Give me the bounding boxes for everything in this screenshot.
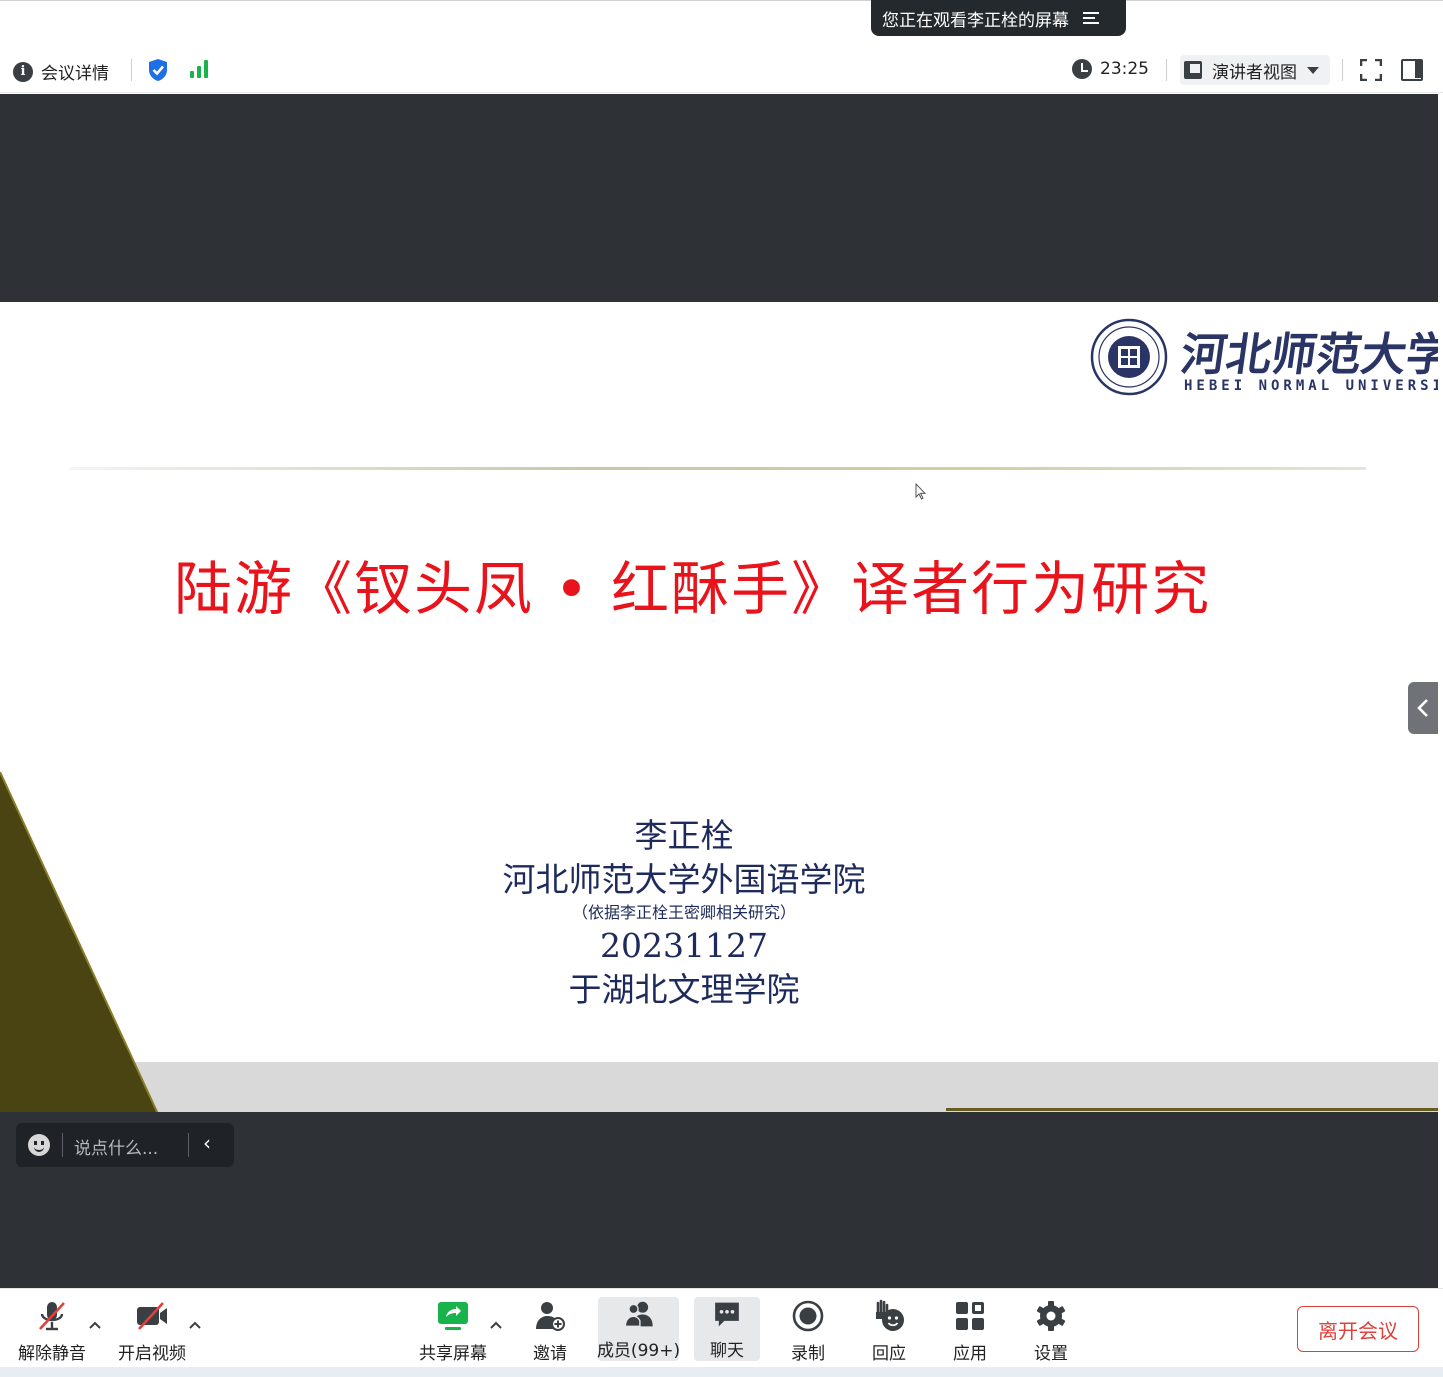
raise-hand-emoji-icon bbox=[876, 1299, 904, 1331]
chat-input[interactable]: 说点什么... bbox=[74, 1134, 158, 1159]
presentation-date: 20231127 bbox=[600, 926, 768, 965]
record-icon bbox=[792, 1300, 824, 1332]
viewing-text: 您正在观看李正栓的屏幕 bbox=[882, 10, 1069, 31]
add-person-icon bbox=[536, 1302, 565, 1331]
unmute-button[interactable]: 解除静音 bbox=[14, 1289, 90, 1368]
react-label: 回应 bbox=[872, 1344, 906, 1364]
side-panel-icon[interactable] bbox=[1401, 59, 1423, 81]
slide-divider bbox=[70, 467, 1366, 470]
network-signal-icon[interactable] bbox=[190, 60, 212, 78]
record-label: 录制 bbox=[791, 1344, 825, 1364]
divider bbox=[131, 59, 132, 81]
viewing-banner[interactable]: 您正在观看李正栓的屏幕 bbox=[871, 0, 1126, 36]
settings-label: 设置 bbox=[1034, 1344, 1068, 1364]
meeting-details-label: 会议详情 bbox=[41, 64, 109, 84]
shared-slide: 河北师范大学 HEBEI NORMAL UNIVERSITY 陆游《钗头凤 • … bbox=[0, 302, 1438, 1112]
logo-english-name: HEBEI NORMAL UNIVERSITY bbox=[1184, 378, 1438, 394]
top-strip bbox=[0, 0, 1443, 47]
info-icon: i bbox=[13, 61, 33, 82]
share-screen-icon bbox=[438, 1302, 468, 1330]
window-bottom-strip bbox=[0, 1367, 1443, 1377]
clock-icon bbox=[1072, 59, 1092, 79]
divider bbox=[188, 1133, 189, 1157]
fullscreen-icon[interactable] bbox=[1360, 59, 1382, 81]
decorative-triangle bbox=[0, 772, 159, 1112]
chat-button[interactable]: 聊天 bbox=[694, 1297, 760, 1361]
members-label: 成员(99+) bbox=[596, 1341, 681, 1361]
emoji-icon[interactable] bbox=[28, 1134, 50, 1156]
view-mode-label: 演讲者视图 bbox=[1212, 62, 1297, 83]
decorative-line bbox=[946, 1108, 1438, 1111]
view-mode-dropdown[interactable]: 演讲者视图 bbox=[1180, 55, 1330, 85]
apps-grid-icon bbox=[956, 1302, 984, 1330]
apps-label: 应用 bbox=[953, 1344, 987, 1364]
research-note: （依据李正栓王密卿相关研究） bbox=[571, 903, 796, 922]
video-stage-top bbox=[0, 94, 1438, 302]
security-shield-icon[interactable] bbox=[147, 58, 169, 82]
mouse-cursor-icon bbox=[915, 483, 927, 500]
chevron-up-icon[interactable] bbox=[490, 1319, 502, 1331]
chevron-left-icon[interactable]: ‹ bbox=[203, 1131, 211, 1155]
video-label: 开启视频 bbox=[118, 1344, 186, 1364]
invite-label: 邀请 bbox=[533, 1344, 567, 1364]
presenter-institution: 河北师范大学外国语学院 bbox=[502, 860, 866, 899]
chevron-left-icon bbox=[1417, 699, 1428, 717]
members-button[interactable]: 成员(99+) bbox=[596, 1297, 681, 1361]
clock-time: 23:25 bbox=[1100, 59, 1149, 79]
settings-button[interactable]: 设置 bbox=[1023, 1289, 1079, 1368]
chat-label: 聊天 bbox=[710, 1341, 744, 1361]
apps-button[interactable]: 应用 bbox=[942, 1289, 998, 1368]
university-logo: 河北师范大学 HEBEI NORMAL UNIVERSITY bbox=[1090, 318, 1438, 398]
mic-muted-icon bbox=[39, 1302, 65, 1331]
gear-icon bbox=[1036, 1301, 1066, 1331]
meeting-details-button[interactable]: i 会议详情 bbox=[13, 59, 109, 84]
invite-button[interactable]: 邀请 bbox=[520, 1289, 580, 1368]
right-gutter bbox=[1438, 94, 1443, 1288]
leave-meeting-button[interactable]: 离开会议 bbox=[1297, 1306, 1419, 1352]
camera-off-icon bbox=[137, 1302, 167, 1330]
university-seal-icon bbox=[1090, 318, 1168, 396]
members-icon bbox=[624, 1301, 653, 1328]
divider bbox=[62, 1133, 63, 1157]
meeting-window: 您正在观看李正栓的屏幕 i 会议详情 23:25 演讲者视图 河北师范大学 HE… bbox=[0, 0, 1443, 1377]
react-button[interactable]: 回应 bbox=[861, 1289, 917, 1368]
share-label: 共享屏幕 bbox=[419, 1344, 487, 1364]
slide-footer-band bbox=[0, 1062, 1438, 1112]
bottom-toolbar: 解除静音 开启视频 共享屏幕 邀请 成员(99+) 聊天 录制 回应 应用 设置… bbox=[0, 1288, 1443, 1367]
chevron-down-icon bbox=[1307, 66, 1319, 74]
menu-lines-icon[interactable] bbox=[1083, 11, 1099, 25]
divider bbox=[1166, 59, 1167, 81]
logo-chinese-name: 河北师范大学 bbox=[1177, 328, 1438, 381]
share-screen-button[interactable]: 共享屏幕 bbox=[414, 1289, 492, 1368]
presenter-name: 李正栓 bbox=[634, 816, 734, 855]
chat-icon bbox=[715, 1302, 739, 1327]
unmute-label: 解除静音 bbox=[18, 1344, 86, 1364]
meeting-timer: 23:25 bbox=[1072, 59, 1149, 79]
presenter-info: 李正栓 河北师范大学外国语学院 （依据李正栓王密卿相关研究） 20231127 … bbox=[384, 814, 984, 1012]
collapse-panel-button[interactable] bbox=[1408, 682, 1438, 734]
meeting-toolbar: i 会议详情 23:25 演讲者视图 bbox=[0, 47, 1443, 93]
start-video-button[interactable]: 开启视频 bbox=[114, 1289, 190, 1368]
quick-chat-bar[interactable]: 说点什么... ‹ bbox=[16, 1123, 234, 1167]
record-button[interactable]: 录制 bbox=[780, 1289, 836, 1368]
divider bbox=[1342, 59, 1343, 81]
chevron-up-icon[interactable] bbox=[189, 1319, 201, 1331]
slide-title: 陆游《钗头凤 • 红酥手》译者行为研究 bbox=[174, 555, 1212, 623]
layout-icon bbox=[1184, 61, 1202, 79]
chevron-up-icon[interactable] bbox=[89, 1319, 101, 1331]
presentation-venue: 于湖北文理学院 bbox=[568, 970, 800, 1009]
